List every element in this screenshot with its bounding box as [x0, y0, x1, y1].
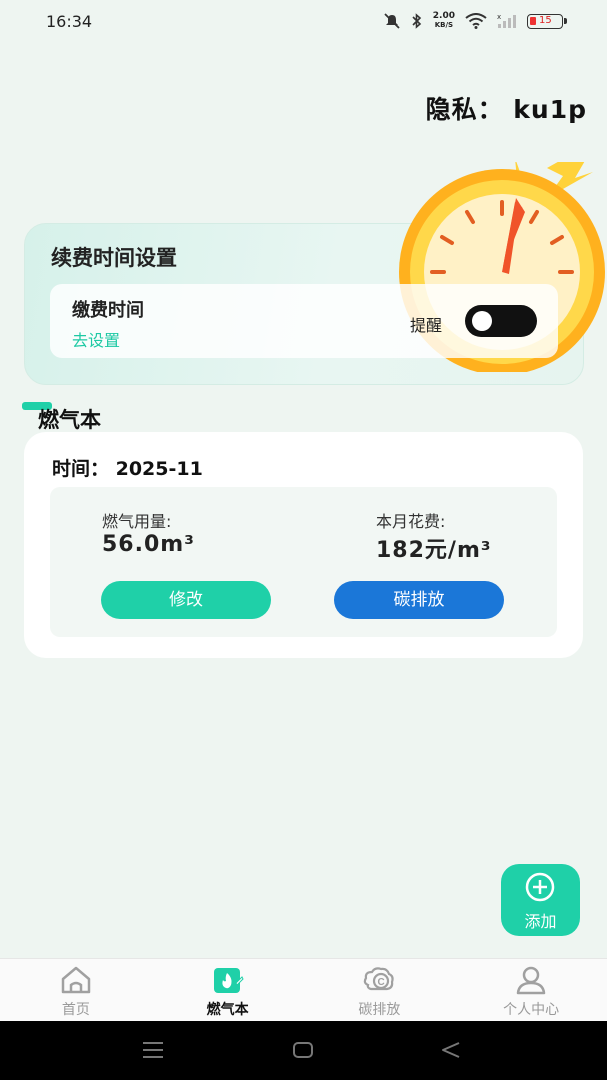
tab-carbon[interactable]: C 碳排放: [304, 959, 456, 1021]
tab-gas-book[interactable]: 燃气本: [152, 959, 304, 1021]
home-button-icon[interactable]: [292, 1041, 314, 1059]
carbon-emission-button[interactable]: 碳排放: [334, 581, 504, 619]
tab-carbon-label: 碳排放: [358, 1002, 401, 1018]
toggle-knob: [472, 311, 492, 331]
renewal-title: 续费时间设置: [51, 246, 177, 270]
renewal-card: 续费时间设置 缴费时间 去设置 提醒: [24, 162, 605, 385]
menu-icon[interactable]: [142, 1041, 164, 1059]
battery-icon: 15: [527, 13, 567, 29]
svg-text:C: C: [378, 977, 385, 988]
carbon-icon: C: [364, 967, 395, 991]
tab-gas-book-label: 燃气本: [206, 1002, 249, 1018]
go-settings-link[interactable]: 去设置: [72, 327, 120, 351]
edit-button[interactable]: 修改: [101, 581, 271, 619]
tab-profile-label: 个人中心: [503, 1002, 560, 1018]
svg-text:x: x: [497, 13, 501, 21]
stats-box: 燃气用量: 56.0m³ 本月花费: 182元/m³ 修改 碳排放: [50, 487, 557, 637]
remind-label: 提醒: [410, 316, 443, 335]
add-button-label: 添加: [524, 912, 557, 931]
usage-label: 燃气用量:: [102, 512, 172, 531]
gas-book-icon: [213, 968, 244, 993]
remind-toggle[interactable]: [465, 305, 537, 337]
mute-icon: [384, 13, 400, 29]
add-button[interactable]: 添加: [501, 864, 580, 936]
net-speed-value: 2.00: [432, 11, 455, 21]
plus-circle-icon: [525, 872, 555, 902]
system-nav-bar: [0, 1021, 607, 1080]
status-bar: 16:34 2.00 KB/S x 15: [0, 0, 607, 42]
home-icon: [61, 966, 91, 994]
payment-time-label: 缴费时间: [72, 300, 144, 321]
back-icon[interactable]: [440, 1041, 462, 1059]
bottom-tab-bar: 首页 燃气本 C 碳排放 个人中心: [0, 958, 607, 1021]
net-speed-unit: KB/S: [434, 21, 454, 29]
bluetooth-icon: [412, 13, 421, 29]
cost-value: 182元/m³: [376, 538, 492, 563]
section-title: 燃气本: [38, 408, 101, 432]
status-icons: 2.00 KB/S x 15: [383, 12, 567, 30]
tab-profile[interactable]: 个人中心: [455, 959, 607, 1021]
cost-label: 本月花费:: [376, 512, 446, 531]
battery-level: 15: [539, 14, 552, 26]
gas-record-card: 时间： 2025-11 燃气用量: 56.0m³ 本月花费: 182元/m³ 修…: [24, 432, 583, 658]
user-icon: [516, 966, 546, 995]
usage-value: 56.0m³: [102, 532, 195, 557]
status-time: 16:34: [46, 11, 93, 31]
wifi-icon: [465, 13, 487, 29]
tab-home-label: 首页: [61, 1002, 90, 1018]
record-time: 时间： 2025-11: [52, 458, 203, 480]
privacy-text: 隐私： ku1p: [425, 95, 587, 124]
signal-icon: x: [497, 13, 516, 28]
tab-home[interactable]: 首页: [0, 959, 152, 1021]
net-speed: 2.00 KB/S: [433, 12, 455, 30]
payment-time-row: 缴费时间 去设置 提醒: [50, 284, 558, 358]
